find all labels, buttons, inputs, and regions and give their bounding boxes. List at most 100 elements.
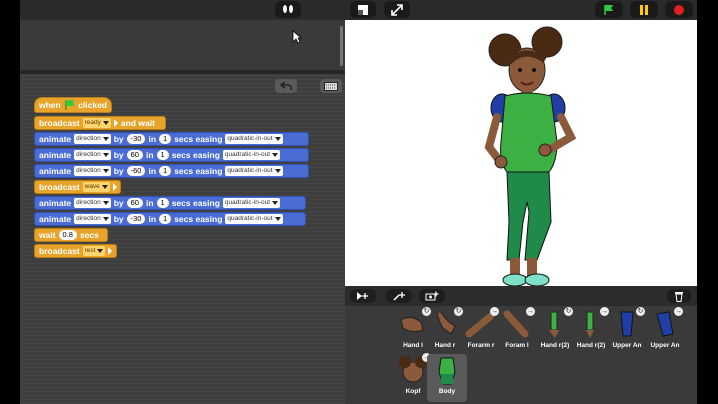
sprite-corral: ↻ Hand l ↻ Hand r → Forarm r → Foram l ↻… (345, 286, 697, 404)
amount-input[interactable]: -60 (126, 166, 146, 176)
undo-icon (280, 81, 292, 90)
easing-dropdown[interactable]: quadratic-in-out (225, 134, 283, 144)
property-value: direction (76, 199, 101, 206)
block-palette (20, 20, 345, 74)
camera-icon (425, 291, 439, 301)
amount-input[interactable]: 60 (126, 150, 143, 160)
by-label: by (113, 214, 124, 224)
fullscreen-button[interactable] (384, 1, 410, 18)
broadcast-block[interactable]: broadcast rest (34, 244, 117, 258)
property-value: direction (76, 215, 101, 222)
sprite-name: Body (438, 388, 456, 395)
chevron-down-icon (102, 153, 109, 157)
message-dropdown[interactable]: ready (82, 118, 111, 128)
broadcast-block[interactable]: broadcast wave (34, 180, 121, 194)
secs-easing-label: secs easing (171, 150, 220, 160)
block-keyword: animate (39, 150, 72, 160)
block-suffix: and wait (120, 118, 155, 128)
property-dropdown[interactable]: direction (74, 134, 111, 144)
stop-icon (674, 4, 684, 15)
property-value: direction (76, 151, 101, 158)
sprite-icon-selected[interactable]: Body (427, 354, 467, 402)
wait-block[interactable]: wait 0.8 secs (34, 228, 108, 242)
easing-dropdown[interactable]: quadratic-in-out (225, 166, 283, 176)
chevron-down-icon (97, 249, 104, 253)
paintbrush-icon (393, 292, 405, 301)
secs-input[interactable]: 1 (156, 150, 169, 160)
secs-easing-label: secs easing (171, 198, 220, 208)
add-turtle-button[interactable] (350, 289, 376, 303)
secs-easing-label: secs easing (174, 166, 223, 176)
turtle-arrow-icon (357, 292, 368, 300)
message-dropdown[interactable]: wave (82, 182, 110, 192)
green-flag-icon (604, 4, 613, 15)
chevron-down-icon (102, 169, 109, 173)
palette-scrollbar[interactable] (340, 26, 343, 66)
by-label: by (113, 198, 124, 208)
amount-input[interactable]: 60 (126, 198, 143, 208)
message-dropdown[interactable]: rest (82, 246, 106, 256)
when-label: when (39, 100, 61, 110)
corral-toolbar (345, 286, 697, 306)
animate-block[interactable]: animate direction by -30 in 1 secs easin… (34, 212, 306, 226)
message-value: ready (84, 119, 101, 126)
secs-easing-label: secs easing (174, 214, 223, 224)
easing-dropdown[interactable]: quadratic-in-out (222, 198, 281, 208)
footprints-icon (283, 4, 293, 13)
in-label: in (145, 198, 154, 208)
block-keyword: animate (39, 198, 72, 208)
fullscreen-icon (391, 3, 403, 16)
easing-value: quadratic-in-out (227, 215, 273, 222)
sprite-icon[interactable]: → Upper An (645, 307, 685, 356)
stage[interactable] (345, 20, 697, 286)
broadcast-and-wait-block[interactable]: broadcast ready and wait (34, 116, 166, 130)
trash-button[interactable] (667, 289, 691, 303)
amount-input[interactable]: -30 (126, 214, 146, 224)
block-keyword: animate (39, 134, 72, 144)
sprite-name: Upper An (650, 342, 680, 349)
message-value: wave (84, 183, 100, 190)
easing-value: quadratic-in-out (227, 167, 273, 174)
undo-button[interactable] (275, 79, 297, 93)
when-flag-clicked-block[interactable]: when clicked (34, 97, 112, 113)
pause-button[interactable] (630, 1, 658, 18)
animate-block[interactable]: animate direction by -30 in 1 secs easin… (34, 132, 309, 146)
arrow-right-icon (108, 247, 113, 255)
secs-input[interactable]: 1 (159, 214, 172, 224)
property-dropdown[interactable]: direction (74, 150, 111, 160)
block-keyword: animate (39, 166, 72, 176)
wait-seconds-input[interactable]: 0.8 (58, 230, 77, 240)
property-dropdown[interactable]: direction (74, 166, 111, 176)
green-flag-button[interactable] (595, 1, 623, 18)
single-stepping-button[interactable] (275, 1, 301, 18)
rotation-anchor-icon: ↻ (636, 307, 645, 316)
secs-easing-label: secs easing (174, 134, 223, 144)
easing-dropdown[interactable]: quadratic-in-out (225, 214, 283, 224)
clicked-label: clicked (78, 100, 107, 110)
paint-new-button[interactable] (386, 289, 412, 303)
chevron-down-icon (274, 217, 281, 221)
stage-size-button[interactable] (350, 1, 376, 18)
property-dropdown[interactable]: direction (74, 214, 111, 224)
property-dropdown[interactable]: direction (74, 198, 111, 208)
keyboard-entry-button[interactable] (320, 79, 342, 93)
amount-input[interactable]: -30 (126, 134, 146, 144)
message-value: rest (84, 247, 96, 254)
girl-sprite[interactable] (475, 22, 585, 286)
secs-input[interactable]: 1 (159, 166, 172, 176)
easing-dropdown[interactable]: quadratic-in-out (222, 150, 281, 160)
top-toolbar (20, 0, 697, 20)
secs-input[interactable]: 1 (159, 134, 172, 144)
secs-input[interactable]: 1 (156, 198, 169, 208)
script-area[interactable]: when clicked broadcast ready and wait an… (20, 74, 345, 404)
animate-block[interactable]: animate direction by 60 in 1 secs easing… (34, 196, 306, 210)
in-label: in (148, 134, 157, 144)
stop-button[interactable] (665, 1, 693, 18)
chevron-down-icon (102, 121, 109, 125)
animate-block[interactable]: animate direction by -60 in 1 secs easin… (34, 164, 309, 178)
in-label: in (148, 214, 157, 224)
camera-button[interactable] (419, 289, 445, 303)
chevron-down-icon (102, 217, 109, 221)
animate-block[interactable]: animate direction by 60 in 1 secs easing… (34, 148, 309, 162)
easing-value: quadratic-in-out (224, 151, 271, 158)
